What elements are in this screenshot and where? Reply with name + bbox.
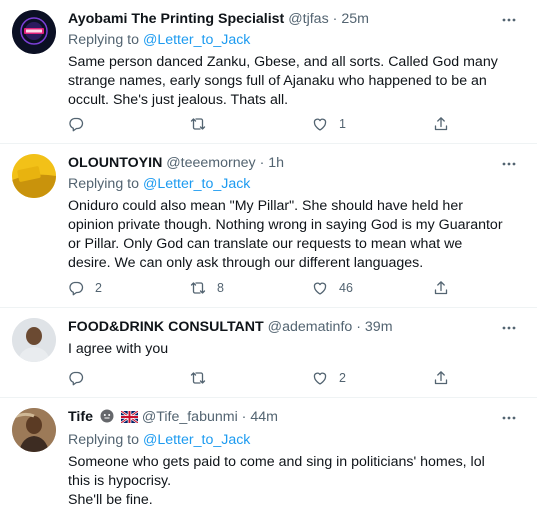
mention-link[interactable]: @Letter_to_Jack (143, 176, 250, 192)
separator: · (332, 11, 338, 27)
replying-to-label: Replying to (68, 176, 139, 192)
separator: · (259, 155, 265, 171)
share-icon (434, 281, 448, 295)
share-button[interactable] (433, 278, 449, 298)
replying-to-label: Replying to (68, 432, 139, 448)
reply-icon (69, 117, 84, 132)
like-count: 46 (339, 281, 353, 295)
tweet-header: OLOUNTOYIN @teeemorney · 1h (68, 154, 503, 173)
more-options-button[interactable] (499, 154, 519, 174)
share-button[interactable] (433, 368, 449, 388)
display-name[interactable]: FOOD&DRINK CONSULTANT (68, 319, 264, 335)
tweet[interactable]: FOOD&DRINK CONSULTANT @adematinfo · 39m … (0, 308, 537, 398)
reply-icon (69, 281, 84, 296)
tweet-actions: 2 (68, 368, 468, 388)
more-icon (502, 326, 516, 330)
profile-image (12, 318, 56, 362)
separator: · (356, 319, 361, 335)
replying-to: Replying to @Letter_to_Jack (68, 31, 503, 50)
like-button[interactable]: 2 (312, 368, 346, 388)
retweet-button[interactable]: 8 (190, 278, 224, 298)
mention-link[interactable]: @Letter_to_Jack (143, 432, 250, 448)
timestamp[interactable]: 39m (365, 319, 393, 335)
username[interactable]: @tjfas (288, 11, 328, 27)
more-icon (502, 416, 516, 420)
profile-image (12, 408, 56, 452)
tweet-text: Same person danced Zanku, Gbese, and all… (68, 54, 498, 108)
more-icon (502, 18, 516, 22)
profile-image (12, 10, 56, 54)
tweet-header: FOOD&DRINK CONSULTANT @adematinfo · 39m (68, 318, 503, 337)
username[interactable]: @Tife_fabunmi (142, 409, 238, 425)
like-button[interactable]: 1 (312, 114, 346, 134)
retweet-icon (190, 282, 206, 294)
more-options-button[interactable] (499, 408, 519, 428)
more-options-button[interactable] (499, 318, 519, 338)
replying-to-label: Replying to (68, 32, 139, 48)
reply-icon (69, 371, 84, 386)
like-button[interactable]: 46 (312, 278, 353, 298)
tweet-text-line: She'll be fine. (68, 492, 153, 508)
reply-button[interactable] (68, 114, 95, 134)
more-icon (502, 162, 516, 166)
reply-count: 2 (95, 281, 102, 295)
heart-icon (313, 282, 327, 295)
reply-button[interactable] (68, 368, 95, 388)
timestamp[interactable]: 1h (268, 155, 284, 171)
tweet-text: Someone who gets paid to come and sing i… (68, 453, 503, 509)
display-name[interactable]: Tife (68, 409, 93, 425)
timestamp[interactable]: 44m (250, 409, 278, 425)
share-icon (434, 371, 448, 385)
tweet-text-line: Someone who gets paid to come and sing i… (68, 454, 485, 489)
username[interactable]: @teeemorney (166, 155, 255, 171)
like-count: 2 (339, 371, 346, 385)
retweet-button[interactable] (190, 114, 217, 134)
face-emoji-icon (100, 409, 114, 429)
avatar[interactable] (12, 318, 56, 362)
retweet-icon (190, 372, 206, 384)
more-options-button[interactable] (499, 10, 519, 30)
tweet-actions: 2 8 46 (68, 278, 468, 298)
username[interactable]: @adematinfo (268, 319, 353, 335)
profile-image (12, 154, 56, 198)
heart-icon (313, 372, 327, 385)
tweet-text: Oniduro could also mean "My Pillar". She… (68, 198, 503, 271)
share-button[interactable] (433, 114, 449, 134)
tweet[interactable]: Tife @Tife_fabunmi · 44m Replying to @Le… (0, 398, 537, 509)
tweet-actions: 1 (68, 114, 468, 134)
tweet-text: I agree with you (68, 341, 169, 357)
like-count: 1 (339, 117, 346, 131)
avatar[interactable] (12, 408, 56, 452)
retweet-count: 8 (217, 281, 224, 295)
heart-icon (313, 118, 327, 131)
replying-to: Replying to @Letter_to_Jack (68, 175, 503, 194)
tweet[interactable]: Ayobami The Printing Specialist @tjfas ·… (0, 0, 537, 144)
retweet-button[interactable] (190, 368, 217, 388)
timestamp[interactable]: 25m (341, 11, 369, 27)
share-icon (434, 117, 448, 131)
separator: · (241, 409, 247, 425)
avatar[interactable] (12, 154, 56, 198)
display-name[interactable]: OLOUNTOYIN (68, 155, 162, 171)
tweet-header: Tife @Tife_fabunmi · 44m (68, 408, 503, 429)
retweet-icon (190, 118, 206, 130)
uk-flag-icon (120, 410, 139, 429)
avatar[interactable] (12, 10, 56, 54)
tweet-header: Ayobami The Printing Specialist @tjfas ·… (68, 10, 503, 29)
tweet[interactable]: OLOUNTOYIN @teeemorney · 1h Replying to … (0, 144, 537, 308)
reply-button[interactable]: 2 (68, 278, 102, 298)
replying-to: Replying to @Letter_to_Jack (68, 431, 503, 450)
mention-link[interactable]: @Letter_to_Jack (143, 32, 250, 48)
display-name[interactable]: Ayobami The Printing Specialist (68, 11, 284, 27)
